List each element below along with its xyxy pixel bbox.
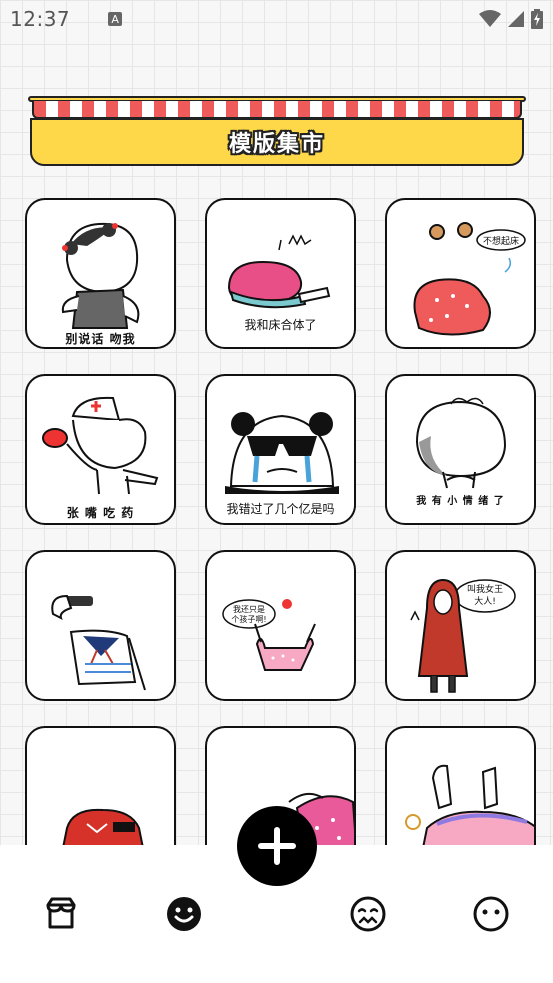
sad-face-icon[interactable] [349, 895, 387, 933]
template-card[interactable]: 叫我女王 大人! [385, 550, 536, 701]
plus-icon [258, 827, 296, 865]
store-icon[interactable] [42, 895, 80, 933]
svg-text:个孩子啊!: 个孩子啊! [231, 614, 266, 624]
red-hood-queen-sticker-icon: 叫我女王 大人! [410, 578, 516, 693]
salute-sailor-sticker-icon [51, 594, 146, 691]
card-caption: 我 有 小 情 绪 了 [416, 496, 505, 507]
template-card[interactable]: 不想起床 [385, 198, 536, 349]
svg-text:叫我女王: 叫我女王 [467, 583, 503, 595]
girl-buns-sticker-icon [61, 222, 140, 329]
template-card[interactable]: 张 嘴 吃 药 [25, 374, 176, 525]
red-sweater-sticker-icon [62, 808, 144, 845]
template-card[interactable] [25, 550, 176, 701]
template-card[interactable] [25, 726, 176, 845]
template-card[interactable]: 我错过了几个亿是吗 [205, 374, 356, 525]
bubble-text: 我还只是 [233, 604, 265, 614]
template-card[interactable]: 我还只是 个孩子啊! [205, 550, 356, 701]
child-pink-shirt-sticker-icon: 我还只是 个孩子啊! [222, 599, 316, 671]
card-caption: 我错过了几个亿是吗 [226, 502, 335, 516]
bubble-text: 不想起床 [483, 235, 519, 247]
neutral-face-icon[interactable] [472, 895, 510, 933]
template-card[interactable] [385, 726, 536, 845]
template-card[interactable]: 我 有 小 情 绪 了 [385, 374, 536, 525]
svg-text:大人!: 大人! [474, 595, 496, 607]
smiley-icon[interactable] [165, 895, 203, 933]
template-card[interactable]: 我和床合体了 [205, 198, 356, 349]
template-grid: 别说话 吻我 我和床合体了 不想起床 张 嘴 吃 药 我错过了几个亿是吗 我 有… [0, 0, 553, 845]
card-caption: 我和床合体了 [244, 318, 317, 332]
bed-clock-sticker-icon [405, 764, 534, 845]
curled-blanket-sticker-icon: 不想起床 [413, 222, 526, 336]
template-card[interactable]: 别说话 吻我 [25, 198, 176, 349]
card-caption: 别说话 吻我 [65, 332, 136, 346]
nurse-pill-sticker-icon [42, 396, 159, 495]
card-caption: 张 嘴 吃 药 [66, 506, 135, 520]
add-template-button[interactable] [237, 806, 317, 886]
